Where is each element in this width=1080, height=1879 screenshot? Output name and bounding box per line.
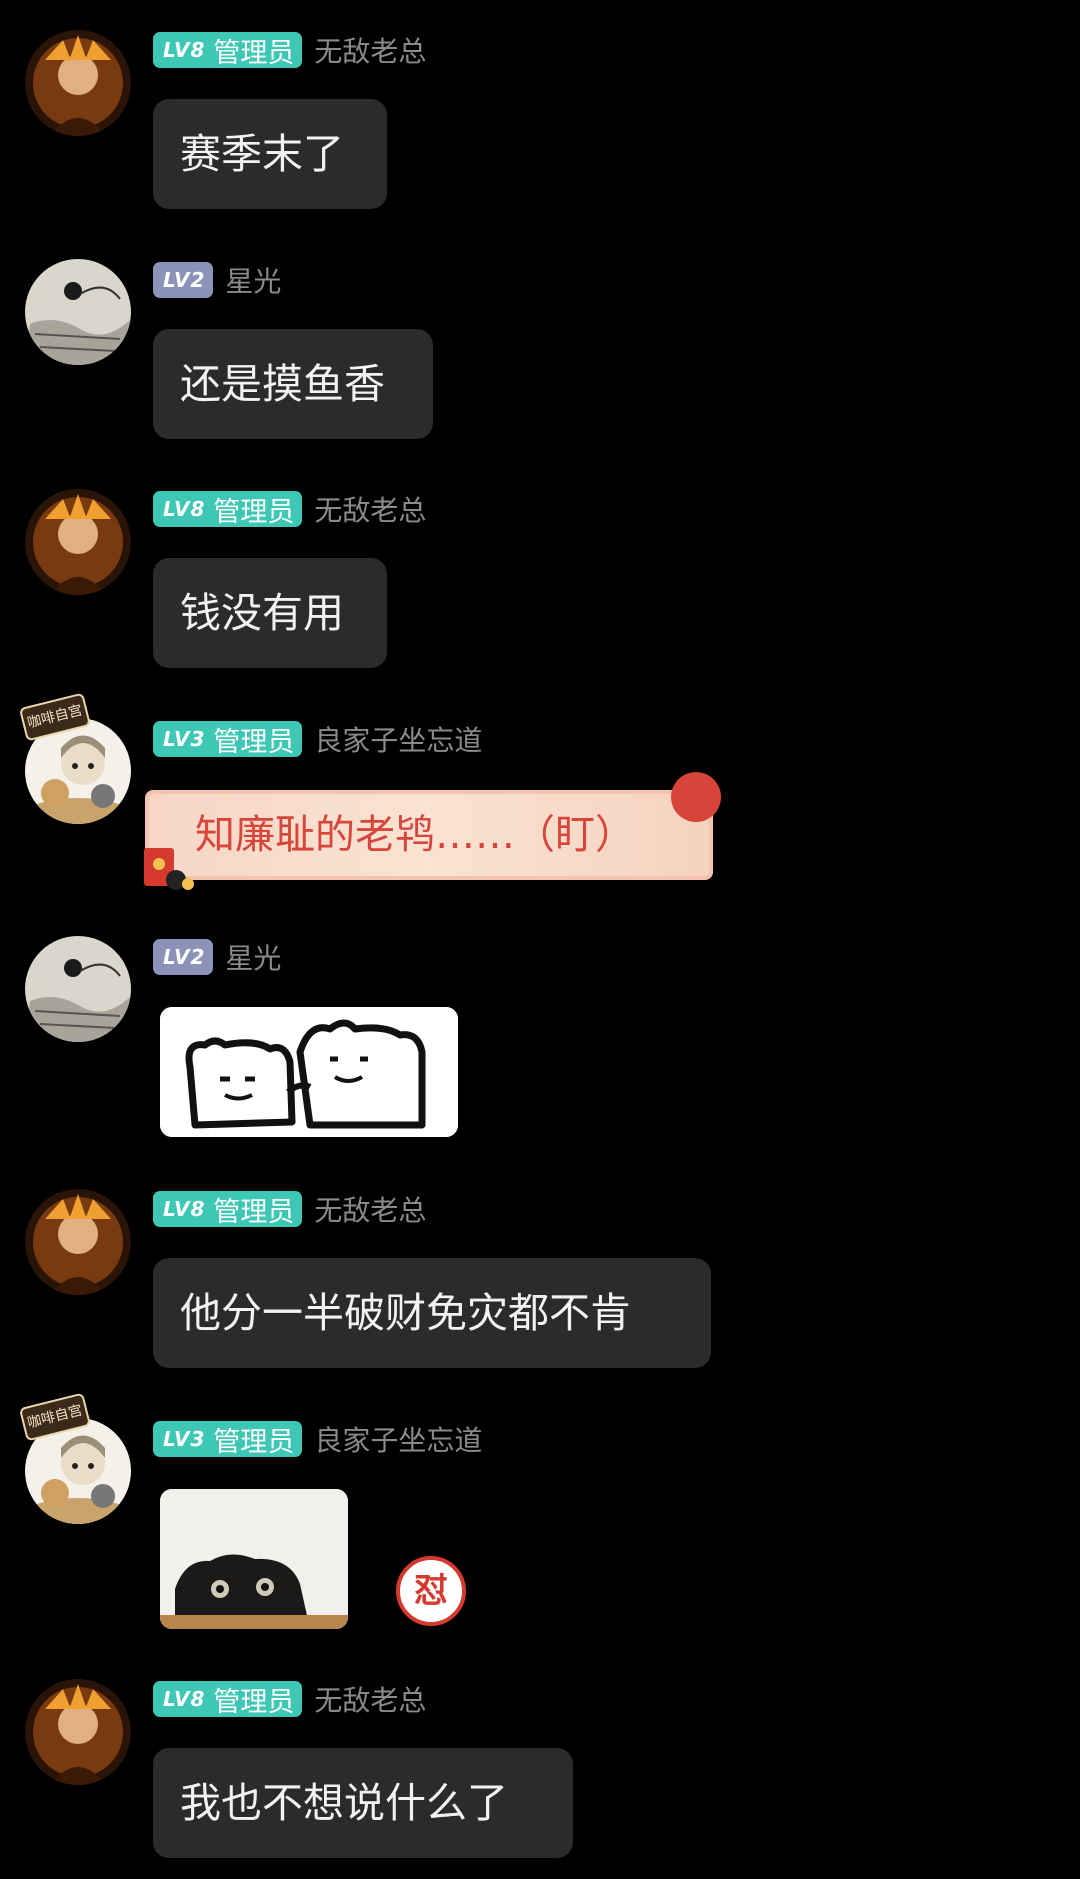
level-label: LV3 (163, 1427, 206, 1451)
avatar-laozong[interactable] (25, 1679, 131, 1785)
message-header: LV3 管理员 良家子坐忘道 (153, 1420, 482, 1458)
peeking-cat-sticker[interactable] (160, 1489, 348, 1629)
role-label: 管理员 (213, 1196, 295, 1228)
message-header: LV8 管理员 无敌老总 (153, 490, 426, 528)
level-badge: LV8 管理员 (153, 32, 303, 69)
username[interactable]: 无敌老总 (314, 1679, 426, 1719)
username[interactable]: 星光 (225, 260, 281, 300)
red-envelope-icon (144, 848, 194, 890)
username[interactable]: 良家子坐忘道 (314, 719, 482, 759)
username[interactable]: 无敌老总 (314, 1189, 426, 1229)
level-badge: LV8 管理员 (153, 1191, 303, 1228)
level-badge: LV3 管理员 (153, 1421, 303, 1458)
avatar-laozong[interactable] (25, 30, 131, 136)
role-label: 管理员 (213, 726, 295, 758)
username[interactable]: 无敌老总 (314, 489, 426, 529)
message-header: LV8 管理员 无敌老总 (153, 31, 426, 69)
message-header: LV2 星光 (153, 938, 281, 976)
role-label: 管理员 (213, 37, 295, 69)
username[interactable]: 无敌老总 (314, 30, 426, 70)
username[interactable]: 良家子坐忘道 (314, 1419, 482, 1459)
message-bubble[interactable]: 我也不想说什么了 (153, 1748, 573, 1858)
message-header: LV8 管理员 无敌老总 (153, 1680, 426, 1718)
message-bubble[interactable]: 他分一半破财免灾都不肯 (153, 1258, 711, 1368)
level-badge: LV8 管理员 (153, 1681, 303, 1718)
message-bubble[interactable]: 还是摸鱼香 (153, 329, 433, 439)
avatar-laozong[interactable] (25, 489, 131, 595)
level-badge: LV2 (153, 939, 214, 975)
level-badge: LV8 管理员 (153, 491, 303, 528)
message-header: LV8 管理员 无敌老总 (153, 1190, 426, 1228)
role-label: 管理员 (213, 1426, 295, 1458)
avatar-xingguang[interactable] (25, 259, 131, 365)
role-label: 管理员 (213, 1686, 295, 1718)
two-cats-sticker[interactable] (160, 1007, 458, 1137)
level-label: LV2 (163, 268, 206, 292)
message-bubble[interactable]: 钱没有用 (153, 558, 387, 668)
message-bubble[interactable]: 赛季末了 (153, 99, 387, 209)
level-label: LV8 (163, 1197, 206, 1221)
level-badge: LV3 管理员 (153, 721, 303, 758)
dragon-decoration-icon (671, 772, 721, 822)
fancy-message-bubble[interactable]: 知廉耻的老鸨……（盯） (145, 790, 713, 880)
level-badge: LV2 (153, 262, 214, 298)
reaction-badge[interactable]: 怼 (396, 1556, 466, 1626)
level-label: LV3 (163, 727, 206, 751)
username[interactable]: 星光 (225, 937, 281, 977)
avatar-xingguang[interactable] (25, 936, 131, 1042)
message-header: LV2 星光 (153, 261, 281, 299)
level-label: LV8 (163, 38, 206, 62)
role-label: 管理员 (213, 496, 295, 528)
level-label: LV8 (163, 497, 206, 521)
avatar-laozong[interactable] (25, 1189, 131, 1295)
level-label: LV8 (163, 1687, 206, 1711)
message-header: LV3 管理员 良家子坐忘道 (153, 720, 482, 758)
level-label: LV2 (163, 945, 206, 969)
